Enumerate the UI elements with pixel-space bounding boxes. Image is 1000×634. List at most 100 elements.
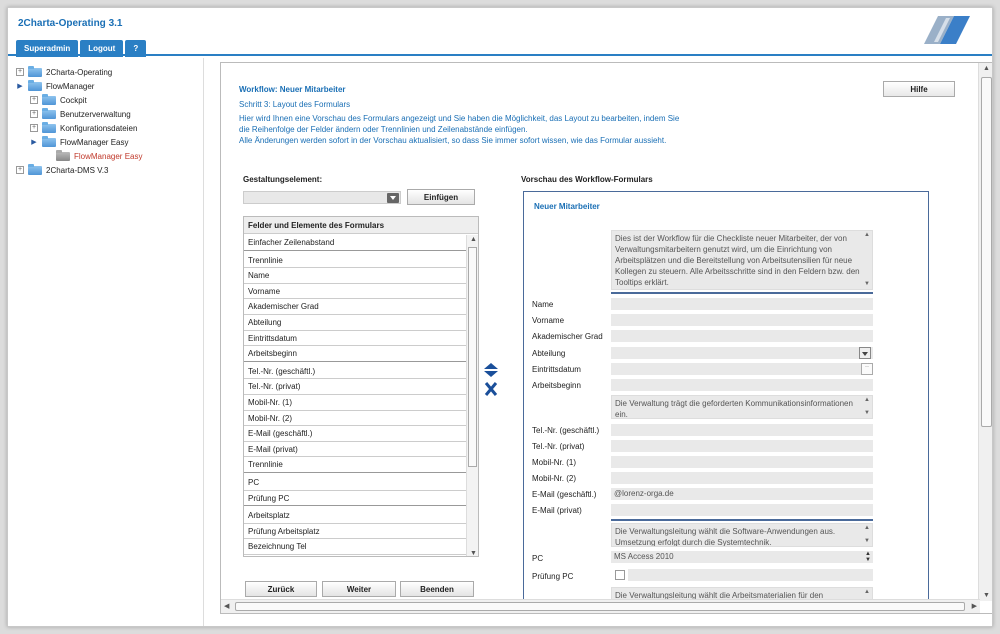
list-item[interactable]: Akademischer Grad [244,299,466,315]
content-area: Workflow: Neuer Mitarbeiter Schritt 3: L… [221,63,975,601]
vorname-field[interactable] [611,314,873,326]
mail-p-field[interactable] [611,504,873,516]
chevron-down-icon[interactable] [387,193,399,203]
fields-list-panel: Felder und Elemente des Formulars Einfac… [243,216,479,557]
element-select[interactable] [243,191,401,204]
scroll-up-icon[interactable]: ▲ [470,236,477,243]
tree-item-2charta-operating[interactable]: + 2Charta-Operating [16,65,113,78]
tree-item-flowmanager[interactable]: ▶ FlowManager [16,79,94,92]
help-button[interactable]: Hilfe [883,81,955,97]
list-item[interactable]: Mobil-Nr. (2) [244,411,466,427]
mobil1-field[interactable] [611,456,873,468]
sidebar-tree: + 2Charta-Operating ▶ FlowManager + Cock… [8,58,204,626]
move-down-icon[interactable] [484,371,498,377]
finish-button[interactable]: Beenden [400,581,474,597]
expand-icon[interactable]: + [16,68,24,76]
pruef-pc-field[interactable] [628,569,873,581]
list-item[interactable]: Arbeitsplatz [244,508,466,524]
expand-icon[interactable]: + [30,96,38,104]
form-preview: Neuer Mitarbeiter Dies ist der Workflow … [523,191,929,601]
list-item[interactable]: Prüfung PC [244,491,466,507]
next-button[interactable]: Weiter [322,581,396,597]
list-item[interactable]: E-Mail (privat) [244,442,466,458]
mail-g-field[interactable]: @lorenz-orga.de [611,488,873,500]
name-field[interactable] [611,298,873,310]
tree-item-benutzerverwaltung[interactable]: + Benutzerverwaltung [30,107,131,120]
list-item[interactable]: Vorname [244,284,466,300]
scroll-up-icon[interactable]: ▲ [864,589,870,596]
tree-item-cockpit[interactable]: + Cockpit [30,93,87,106]
mail-g-label: E-Mail (geschäftl.) [532,490,597,499]
list-item[interactable]: Trennlinie [244,457,466,473]
list-item[interactable]: Einfacher Zeilenabstand [244,235,466,251]
scroll-down-icon[interactable]: ▼ [864,410,870,417]
list-item[interactable]: PC [244,475,466,491]
folder-icon [28,79,42,91]
pruef-pc-label: Prüfung PC [532,572,574,581]
tree-item-label: FlowManager Easy [60,137,129,147]
scroll-right-icon[interactable]: ▶ [972,602,977,610]
expand-icon[interactable]: + [30,110,38,118]
list-item[interactable]: Trennlinie [244,253,466,269]
abteilung-label: Abteilung [532,349,566,358]
abteilung-select[interactable] [611,347,873,359]
tree-item-konfigurationsdateien[interactable]: + Konfigurationsdateien [30,121,137,134]
pruef-pc-checkbox[interactable] [615,570,625,580]
list-item[interactable]: Eintrittsdatum [244,331,466,347]
expand-icon[interactable]: + [16,166,24,174]
list-item[interactable]: Name [244,268,466,284]
tree-item-flowmanager-easy[interactable]: ▶ FlowManager Easy [30,135,129,148]
expand-icon[interactable]: + [30,124,38,132]
list-item[interactable]: Bezeichnung Tel [244,539,466,555]
tree-item-label: 2Charta-Operating [46,67,113,77]
scroll-down-icon[interactable]: ▼ [470,550,477,556]
list-item[interactable]: E-Mail (geschäftl.) [244,426,466,442]
fields-list-scrollbar[interactable]: ▲ ▼ [466,235,478,556]
pc-select[interactable]: MS Access 2010 ▲ ▼ [611,551,873,563]
scroll-thumb[interactable] [468,247,477,467]
insert-button[interactable]: Einfügen [407,189,475,205]
delete-icon[interactable] [484,382,498,396]
list-item[interactable]: Mobil-Nr. (1) [244,395,466,411]
eintritt-field[interactable]: ·· [611,363,873,375]
move-up-icon[interactable] [484,363,498,369]
vertical-scrollbar[interactable]: ▲ ▼ [978,63,992,601]
scroll-thumb[interactable] [981,77,992,427]
beginn-field[interactable] [611,379,873,391]
scroll-left-icon[interactable]: ◀ [224,602,229,610]
grad-label: Akademischer Grad [532,332,603,341]
folder-icon [42,135,56,147]
scroll-down-icon[interactable]: ▼ [864,281,870,288]
beginn-label: Arbeitsbeginn [532,381,581,390]
intro-textarea[interactable]: Dies ist der Workflow für die Checkliste… [611,230,873,290]
tel-p-field[interactable] [611,440,873,452]
chevron-down-icon[interactable] [859,347,871,359]
mobil2-field[interactable] [611,472,873,484]
spinner-icon[interactable]: ▲ ▼ [865,551,871,563]
list-item[interactable]: Arbeitsbeginn [244,346,466,362]
list-item[interactable]: Tel.-Nr. (privat) [244,379,466,395]
tree-item-flowmanager-easy-active[interactable]: FlowManager Easy [56,149,142,162]
scroll-thumb[interactable] [235,602,965,611]
scroll-up-icon[interactable]: ▲ [983,65,990,72]
scroll-down-icon[interactable]: ▼ [983,592,990,599]
tel-g-field[interactable] [611,424,873,436]
software-textarea[interactable]: Die Verwaltungsleitung wählt die Softwar… [611,523,873,547]
tree-item-label: 2Charta-DMS V.3 [46,165,109,175]
list-item[interactable]: Prüfung Arbeitsplatz [244,524,466,540]
expanded-arrow-icon[interactable]: ▶ [16,82,24,90]
scroll-up-icon[interactable]: ▲ [864,232,870,239]
list-item[interactable]: Tel.-Nr. (geschäftl.) [244,364,466,380]
step-title: Schritt 3: Layout des Formulars [239,100,351,109]
calendar-icon[interactable]: ·· [861,363,873,375]
horizontal-scrollbar[interactable]: ◀ ▶ [221,599,980,613]
scroll-up-icon[interactable]: ▲ [864,397,870,404]
scroll-down-icon[interactable]: ▼ [864,538,870,545]
comm-textarea[interactable]: Die Verwaltung trägt die geforderten Kom… [611,395,873,419]
expanded-arrow-icon[interactable]: ▶ [30,138,38,146]
grad-field[interactable] [611,330,873,342]
scroll-up-icon[interactable]: ▲ [864,525,870,532]
back-button[interactable]: Zurück [245,581,317,597]
list-item[interactable]: Abteilung [244,315,466,331]
tree-item-2charta-dms[interactable]: + 2Charta-DMS V.3 [16,163,109,176]
